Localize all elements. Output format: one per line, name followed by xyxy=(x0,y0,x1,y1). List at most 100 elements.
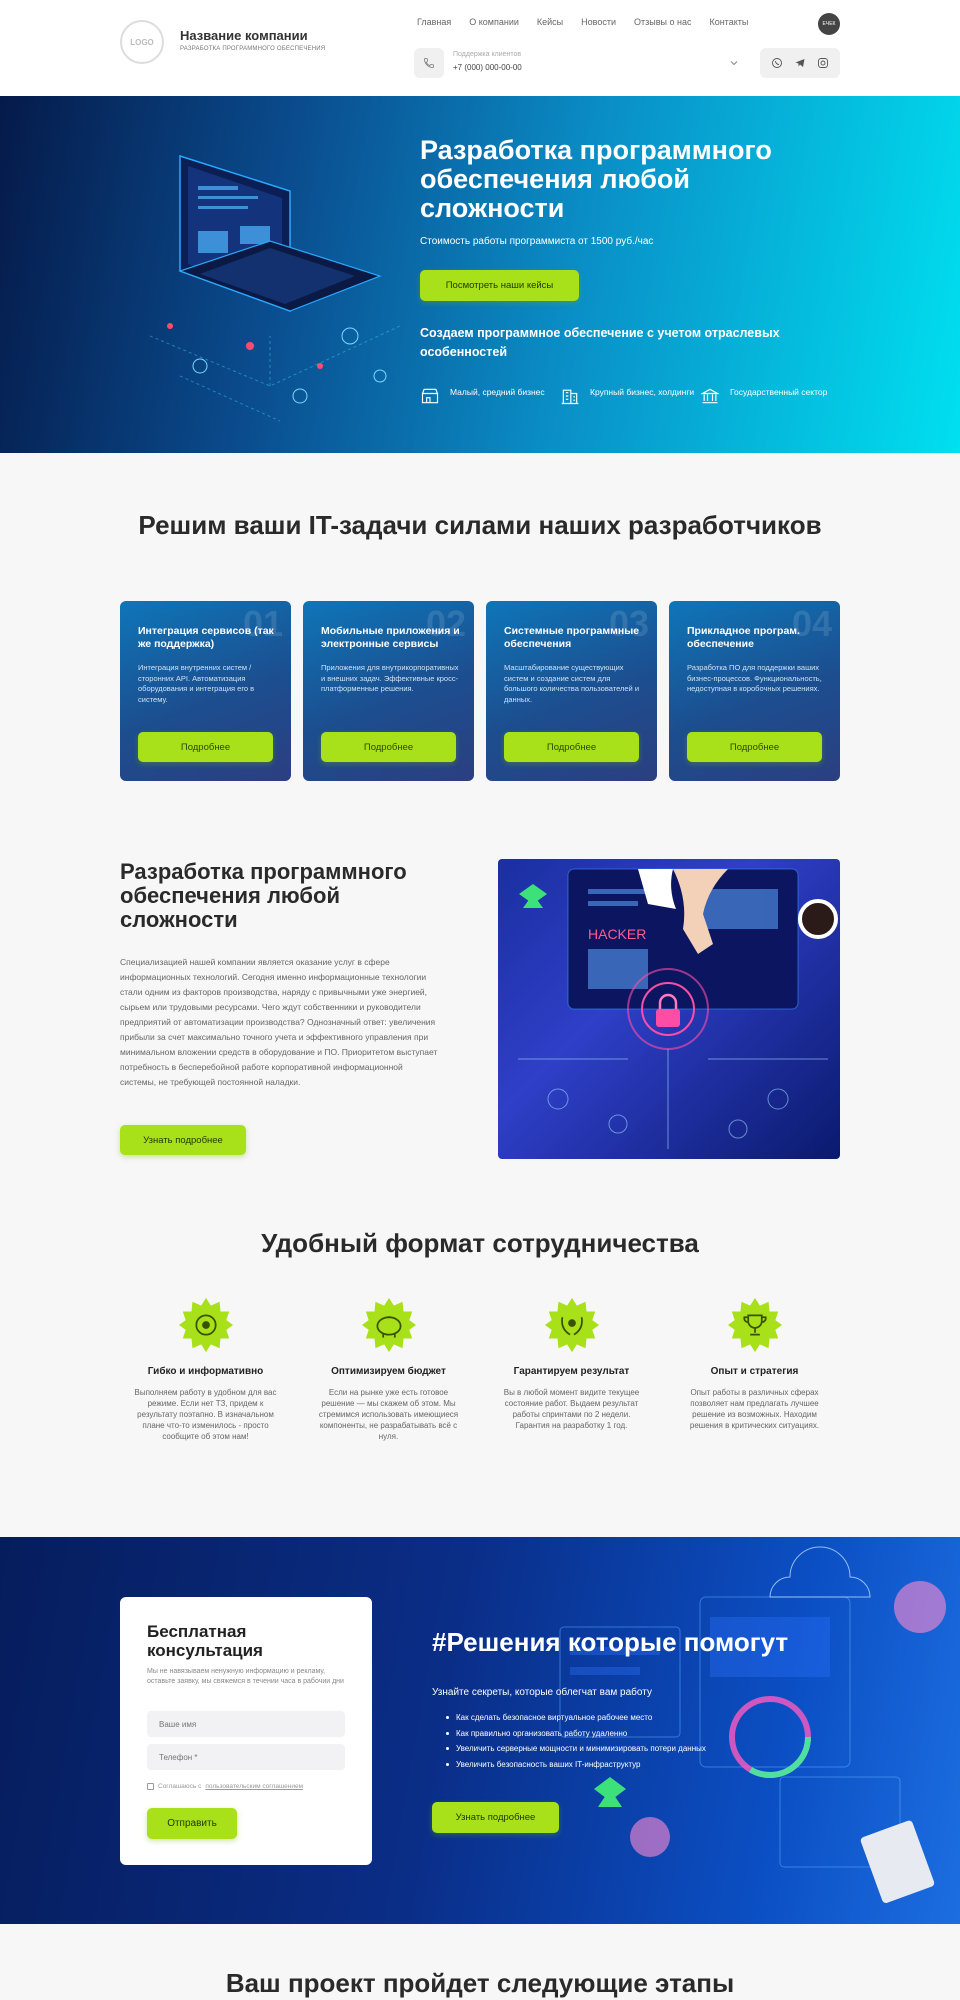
agreement-text: Соглашаюсь с xyxy=(158,1783,202,1790)
feature-list: Гибко и информативно Выполняем работу в … xyxy=(120,1296,840,1442)
card-text: Интеграция внутренних систем / сторонних… xyxy=(138,663,255,704)
social-links xyxy=(760,48,840,78)
whatsapp-icon[interactable] xyxy=(770,56,784,70)
solutions-title: #Решения которые помогут xyxy=(432,1627,789,1657)
main-nav: Главная О компании Кейсы Новости Отзывы … xyxy=(417,17,748,27)
card-title: Интеграция сервисов (так же поддержка) xyxy=(138,625,274,650)
service-card: 04 Прикладное програм. обеспечение Разра… xyxy=(669,601,840,781)
feature-text: Если на рынке уже есть готовое решение —… xyxy=(318,1388,459,1441)
services-title: Решим ваши IT-задачи силами наших разраб… xyxy=(138,510,822,540)
solutions-list: Как сделать безопасное виртуальное рабоч… xyxy=(446,1710,706,1772)
service-card: 02 Мобильные приложения и электронные се… xyxy=(303,601,474,781)
office-building-icon xyxy=(561,389,579,405)
about-text: Специализацией нашей компании является о… xyxy=(120,957,438,1087)
business-segments: Малый, средний бизнес Крупный бизнес, хо… xyxy=(420,386,840,406)
hero-price: Стоимость работы программиста от 1500 ру… xyxy=(420,236,654,247)
card-details-button[interactable]: Подробнее xyxy=(504,732,639,762)
format-title: Удобный формат сотрудничества xyxy=(261,1228,699,1258)
support-phone[interactable]: +7 (000) 000-00-00 xyxy=(453,63,522,72)
segment-small-business: Малый, средний бизнес xyxy=(420,386,560,406)
segment-government: Государственный сектор xyxy=(700,386,840,406)
nav-cases[interactable]: Кейсы xyxy=(537,17,563,27)
instagram-icon[interactable] xyxy=(816,56,830,70)
feature-item: Оптимизируем бюджет Если на рынке уже ес… xyxy=(303,1296,474,1442)
hero-subtitle: Создаем программное обеспечение с учетом… xyxy=(420,326,780,359)
hacker-label: HACKER xyxy=(588,926,646,942)
feature-title: Опыт и стратегия xyxy=(710,1366,799,1377)
target-icon xyxy=(178,1297,233,1353)
service-card: 03 Системные программные обеспечения Мас… xyxy=(486,601,657,781)
form-title: Бесплатная консультация xyxy=(147,1622,263,1660)
logo-text: LOGO xyxy=(130,37,154,47)
card-text: Масштабирование существующих систем и со… xyxy=(504,663,640,704)
security-illustration: HACKER xyxy=(518,868,838,1149)
feature-title: Гибко и информативно xyxy=(147,1366,264,1377)
phone-icon xyxy=(424,58,434,68)
feature-text: Вы в любой момент видите текущее состоян… xyxy=(503,1388,640,1430)
shop-icon xyxy=(421,388,439,404)
company-tagline: РАЗРАБОТКА ПРОГРАММНОГО ОБЕСПЕЧЕНИЯ xyxy=(180,46,326,52)
nav-contacts[interactable]: Контакты xyxy=(709,17,748,27)
feature-title: Оптимизируем бюджет xyxy=(331,1366,446,1377)
feature-title: Гарантируем результат xyxy=(513,1366,630,1377)
stages-title: Ваш проект пройдет следующие этапы xyxy=(225,1968,735,1998)
service-card: 01 Интеграция сервисов (так же поддержка… xyxy=(120,601,291,781)
feature-item: Опыт и стратегия Опыт работы в различных… xyxy=(669,1296,840,1442)
consultation-section: Бесплатная консультация Мы не навязываем… xyxy=(0,1537,960,1924)
segment-label: Малый, средний бизнес xyxy=(450,387,545,397)
agreement-link[interactable]: пользовательским соглашением xyxy=(205,1783,303,1790)
submit-button[interactable]: Отправить xyxy=(147,1808,237,1839)
list-item: Увеличить безопасность ваших IT-инфрастр… xyxy=(446,1757,706,1773)
solutions-learn-more-button[interactable]: Узнать подробнее xyxy=(432,1802,559,1833)
segment-label: Государственный сектор xyxy=(730,387,828,397)
card-details-button[interactable]: Подробнее xyxy=(138,732,273,762)
name-input[interactable] xyxy=(147,1711,345,1737)
piggy-bank-icon xyxy=(361,1297,416,1353)
company-logo[interactable]: LOGO xyxy=(120,20,164,64)
hero-banner: Разработка программного обеспечения любо… xyxy=(0,96,960,453)
about-title: Разработка программного обеспечения любо… xyxy=(120,859,407,932)
nav-home[interactable]: Главная xyxy=(417,17,451,27)
consultation-form: Бесплатная консультация Мы не навязываем… xyxy=(120,1597,372,1865)
view-cases-button[interactable]: Посмотреть наши кейсы xyxy=(420,270,579,301)
list-item: Как правильно организовать работу удален… xyxy=(446,1726,706,1742)
card-text: Разработка ПО для поддержки ваших бизнес… xyxy=(687,663,822,693)
agreement-checkbox[interactable] xyxy=(147,1783,154,1790)
phone-input[interactable] xyxy=(147,1744,345,1770)
solutions-lead: Узнайте секреты, которые облегчат вам ра… xyxy=(432,1687,652,1698)
support-label: Поддержка клиентов xyxy=(453,51,522,58)
company-name: Название компании xyxy=(180,28,308,43)
card-details-button[interactable]: Подробнее xyxy=(321,732,456,762)
cybersecurity-image: HACKER xyxy=(498,859,840,1159)
card-details-button[interactable]: Подробнее xyxy=(687,732,822,762)
card-title: Мобильные приложения и электронные серви… xyxy=(321,625,460,650)
feature-text: Выполняем работу в удобном для вас режим… xyxy=(134,1388,277,1441)
trophy-icon xyxy=(727,1297,782,1353)
hero-title: Разработка программного обеспечения любо… xyxy=(420,135,772,223)
site-header: LOGO Название компании РАЗРАБОТКА ПРОГРА… xyxy=(0,0,960,96)
phone-button[interactable] xyxy=(414,48,444,78)
segment-label: Крупный бизнес, холдинги xyxy=(590,387,695,397)
feature-text: Опыт работы в различных сферах позволяет… xyxy=(689,1388,820,1430)
list-item: Как сделать безопасное виртуальное рабоч… xyxy=(446,1710,706,1726)
feature-item: Гарантируем результат Вы в любой момент … xyxy=(486,1296,657,1442)
feature-item: Гибко и информативно Выполняем работу в … xyxy=(120,1296,291,1442)
nav-about[interactable]: О компании xyxy=(469,17,519,27)
card-text: Приложения для внутрикорпоративных и вне… xyxy=(321,663,459,693)
agreement: Соглашаюсь с пользовательским соглашение… xyxy=(147,1783,303,1790)
segment-large-business: Крупный бизнес, холдинги xyxy=(560,386,700,406)
avatar[interactable]: ЕЧЕК xyxy=(818,13,840,35)
laurel-award-icon xyxy=(544,1297,599,1353)
card-title: Прикладное програм. обеспечение xyxy=(687,625,800,650)
list-item: Увеличить серверные мощности и минимизир… xyxy=(446,1741,706,1757)
telegram-icon[interactable] xyxy=(793,56,807,70)
card-title: Системные программные обеспечения xyxy=(504,625,640,650)
government-building-icon xyxy=(700,388,720,404)
chevron-down-icon[interactable] xyxy=(728,57,740,69)
form-description: Мы не навязываем ненужную информацию и р… xyxy=(147,1668,344,1685)
service-cards: 01 Интеграция сервисов (так же поддержка… xyxy=(120,601,840,781)
nav-news[interactable]: Новости xyxy=(581,17,616,27)
nav-reviews[interactable]: Отзывы о нас xyxy=(634,17,691,27)
laptop-illustration xyxy=(149,154,401,422)
learn-more-button[interactable]: Узнать подробнее xyxy=(120,1125,246,1155)
